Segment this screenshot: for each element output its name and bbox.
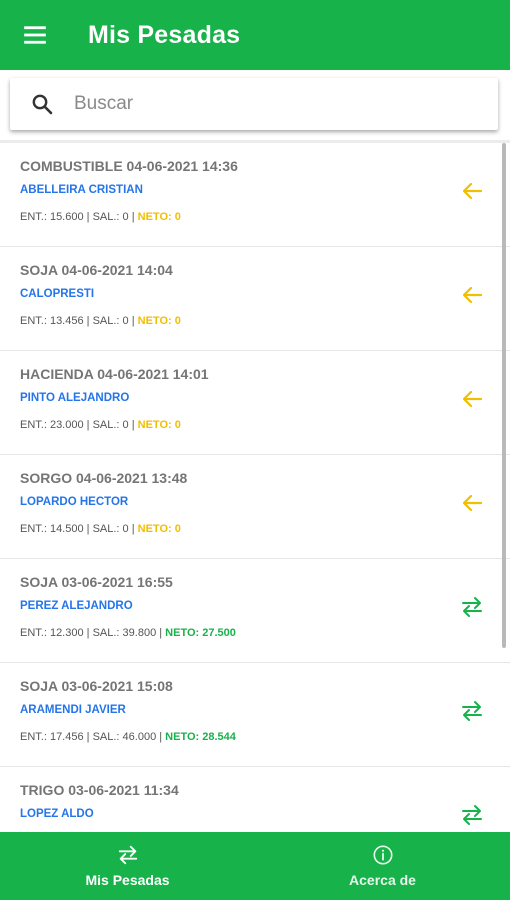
item-weights: ENT.: 14.500 | SAL.: 0 | NETO: 0	[20, 523, 181, 535]
item-title: SOJA 04-06-2021 14:04	[20, 262, 173, 278]
item-neto: NETO: 0	[137, 523, 181, 535]
arrow-left-icon	[462, 182, 483, 200]
item-sal: SAL.: 46.000	[92, 731, 157, 743]
tab-mis-pesadas[interactable]: Mis Pesadas	[0, 832, 255, 900]
item-name: ARAMENDI JAVIER	[20, 704, 126, 716]
info-icon	[372, 845, 393, 865]
item-sal: SAL.: 0	[92, 523, 129, 535]
item-sal: SAL.: 0	[92, 419, 129, 431]
item-title: SORGO 04-06-2021 13:48	[20, 470, 188, 486]
item-name: PINTO ALEJANDRO	[20, 392, 130, 404]
list-item[interactable]: SOJA 04-06-2021 14:04 CALOPRESTI ENT.: 1…	[0, 247, 510, 351]
item-title: HACIENDA 04-06-2021 14:01	[20, 366, 209, 382]
item-weights: ENT.: 15.600 | SAL.: 0 | NETO: 0	[20, 211, 181, 223]
list-item[interactable]: COMBUSTIBLE 04-06-2021 14:36 ABELLEIRA C…	[0, 143, 510, 247]
hamburger-menu-icon	[24, 26, 46, 44]
search-bar[interactable]	[10, 78, 498, 130]
item-neto: NETO: 0	[137, 419, 181, 431]
item-title: COMBUSTIBLE 04-06-2021 14:36	[20, 158, 238, 174]
item-title: SOJA 03-06-2021 15:08	[20, 678, 173, 694]
swap-arrows-icon	[462, 597, 482, 617]
list-item[interactable]: HACIENDA 04-06-2021 14:01 PINTO ALEJANDR…	[0, 351, 510, 455]
swap-arrows-icon	[462, 701, 482, 721]
list-item[interactable]: SOJA 03-06-2021 16:55 PEREZ ALEJANDRO EN…	[0, 559, 510, 663]
item-neto: NETO: 28.544	[165, 731, 236, 743]
item-weights: ENT.: 17.456 | SAL.: 46.000 | NETO: 28.5…	[20, 731, 236, 743]
item-name: LOPARDO HECTOR	[20, 496, 129, 508]
item-ent: ENT.: 23.000	[20, 419, 84, 431]
tab-acerca-de[interactable]: Acerca de	[255, 832, 510, 900]
item-ent: ENT.: 13.456	[20, 315, 84, 327]
item-sal: SAL.: 39.800	[92, 627, 157, 639]
item-name: ABELLEIRA CRISTIAN	[20, 184, 143, 196]
list-item[interactable]: SORGO 04-06-2021 13:48 LOPARDO HECTOR EN…	[0, 455, 510, 559]
swap-arrows-icon	[462, 805, 482, 825]
item-weights: ENT.: 23.000 | SAL.: 0 | NETO: 0	[20, 419, 181, 431]
app-bar: Mis Pesadas	[0, 0, 510, 70]
arrow-left-icon	[462, 390, 483, 408]
item-name: CALOPRESTI	[20, 288, 95, 300]
item-title: TRIGO 03-06-2021 11:34	[20, 782, 179, 798]
tab-label: Acerca de	[349, 872, 416, 888]
arrow-left-icon	[462, 494, 483, 512]
item-ent: ENT.: 17.456	[20, 731, 84, 743]
bottom-navigation: Mis Pesadas Acerca de	[0, 832, 510, 900]
item-name: PEREZ ALEJANDRO	[20, 600, 133, 612]
search-icon	[10, 78, 74, 130]
item-weights: ENT.: 13.456 | SAL.: 0 | NETO: 0	[20, 315, 181, 327]
swap-arrows-icon	[118, 845, 137, 865]
menu-button[interactable]	[0, 0, 70, 70]
item-title: SOJA 03-06-2021 16:55	[20, 574, 173, 590]
item-ent: ENT.: 14.500	[20, 523, 84, 535]
list-item[interactable]: SOJA 03-06-2021 15:08 ARAMENDI JAVIER EN…	[0, 663, 510, 767]
tab-label: Mis Pesadas	[85, 872, 170, 888]
list-item[interactable]: TRIGO 03-06-2021 11:34 LOPEZ ALDO	[0, 767, 510, 832]
item-weights: ENT.: 12.300 | SAL.: 39.800 | NETO: 27.5…	[20, 627, 236, 639]
item-neto: NETO: 0	[137, 211, 181, 223]
item-ent: ENT.: 15.600	[20, 211, 84, 223]
list-scrollbar[interactable]	[502, 143, 506, 648]
item-name: LOPEZ ALDO	[20, 808, 94, 820]
item-sal: SAL.: 0	[92, 211, 129, 223]
weighings-list: COMBUSTIBLE 04-06-2021 14:36 ABELLEIRA C…	[0, 140, 510, 832]
arrow-left-icon	[462, 286, 483, 304]
item-ent: ENT.: 12.300	[20, 627, 84, 639]
search-input[interactable]	[74, 93, 474, 115]
item-neto: NETO: 27.500	[165, 627, 236, 639]
item-sal: SAL.: 0	[92, 315, 129, 327]
page-title: Mis Pesadas	[88, 20, 241, 49]
item-neto: NETO: 0	[137, 315, 181, 327]
